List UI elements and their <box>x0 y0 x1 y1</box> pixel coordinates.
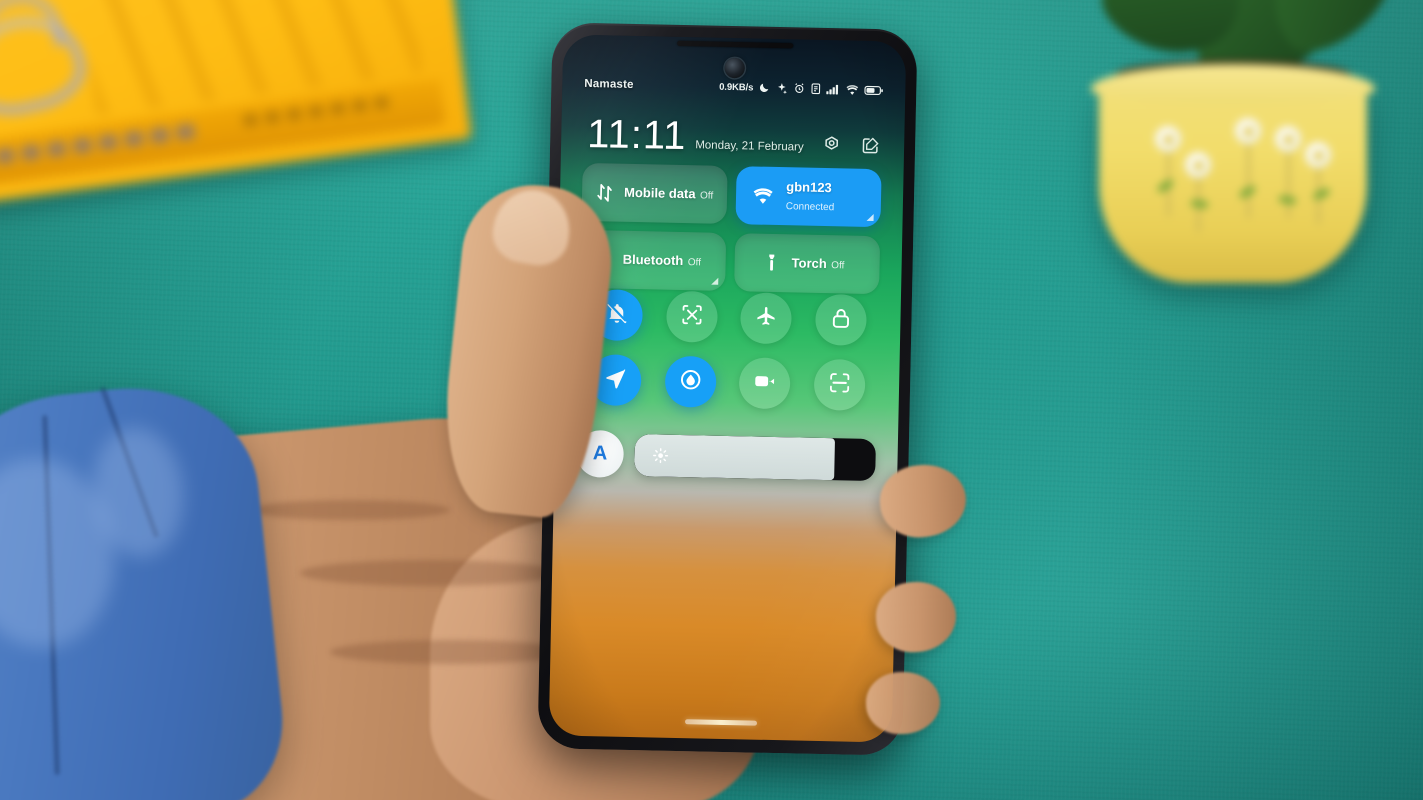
brightness-slider[interactable] <box>634 433 876 481</box>
hand-crease <box>300 560 560 586</box>
pot-body <box>1099 78 1367 283</box>
hand-crease <box>330 640 570 664</box>
earpiece-speaker <box>676 40 793 49</box>
clock-date: Monday, 21 February <box>695 139 804 154</box>
toggle-screen-lock[interactable] <box>815 293 868 346</box>
network-speed-label: 0.9KB/s <box>719 81 754 93</box>
wifi-icon <box>845 84 859 95</box>
location-arrow-icon <box>604 366 628 394</box>
toggle-auto-rotate[interactable] <box>664 355 717 408</box>
tile-label: gbn123 <box>786 179 832 196</box>
signal-bars-icon <box>826 83 840 95</box>
hand-crease <box>250 500 450 520</box>
airplane-icon <box>755 304 779 332</box>
carrier-label: Namaste <box>584 77 634 91</box>
edit-icon[interactable] <box>861 136 880 155</box>
gesture-home-bar[interactable] <box>684 719 757 726</box>
bell-slash-icon <box>605 301 629 329</box>
auto-rotate-icon <box>678 367 702 395</box>
lock-icon <box>829 306 853 334</box>
flashlight-icon <box>760 252 782 274</box>
tile-sublabel: Connected <box>785 201 835 214</box>
flower-pot <box>1071 0 1419 286</box>
brightness-row: A <box>576 429 876 483</box>
quick-settings-tiles: Mobile data Off gbn123 Connected Bluetoo… <box>580 162 882 295</box>
screenshot-icon <box>680 302 704 330</box>
quick-toggle-grid <box>578 289 879 411</box>
dnd-moon-icon <box>758 82 770 94</box>
toggle-scanner[interactable] <box>813 358 866 411</box>
tile-expand-corner-icon[interactable] <box>866 213 874 222</box>
video-camera-icon <box>753 369 777 397</box>
tile-sublabel: Off <box>831 260 845 272</box>
phone-display[interactable]: Namaste 0.9KB/s 11:11 Monday, 21 Februar… <box>548 34 907 743</box>
tile-sublabel: Off <box>687 257 702 269</box>
tile-wifi[interactable]: gbn123 Connected <box>735 166 882 228</box>
settings-gear-icon[interactable] <box>822 135 841 154</box>
wifi-icon <box>752 184 774 206</box>
sun-icon <box>652 447 669 463</box>
clock-time: 11:11 <box>586 112 687 159</box>
front-camera <box>724 57 745 79</box>
tile-label: Bluetooth <box>622 251 684 269</box>
tile-sublabel: Off <box>699 190 714 202</box>
toggle-screen-recorder[interactable] <box>738 357 792 410</box>
tile-torch[interactable]: Torch Off <box>734 233 881 295</box>
battery-icon <box>864 84 883 95</box>
toggle-airplane-mode[interactable] <box>740 292 793 345</box>
clock-actions <box>822 135 880 155</box>
alarm-clock-icon <box>793 82 805 94</box>
toggle-screenshot[interactable] <box>665 290 718 343</box>
vibrate-icon <box>775 81 788 94</box>
photo-scene: Namaste 0.9KB/s 11:11 Monday, 21 Februar… <box>0 0 1423 800</box>
status-icons: 0.9KB/s <box>719 80 883 96</box>
tile-expand-corner-icon[interactable] <box>711 277 719 285</box>
mobile-data-arrows-icon <box>593 181 615 203</box>
tile-label: Mobile data <box>623 184 696 202</box>
tile-label: Torch <box>791 255 827 272</box>
tile-mobile-data[interactable]: Mobile data Off <box>581 162 728 224</box>
scan-frame-icon <box>828 371 852 399</box>
pot-rim <box>1091 64 1375 106</box>
sd-card-icon <box>810 83 821 95</box>
clock-row: 11:11 Monday, 21 February <box>561 100 905 159</box>
